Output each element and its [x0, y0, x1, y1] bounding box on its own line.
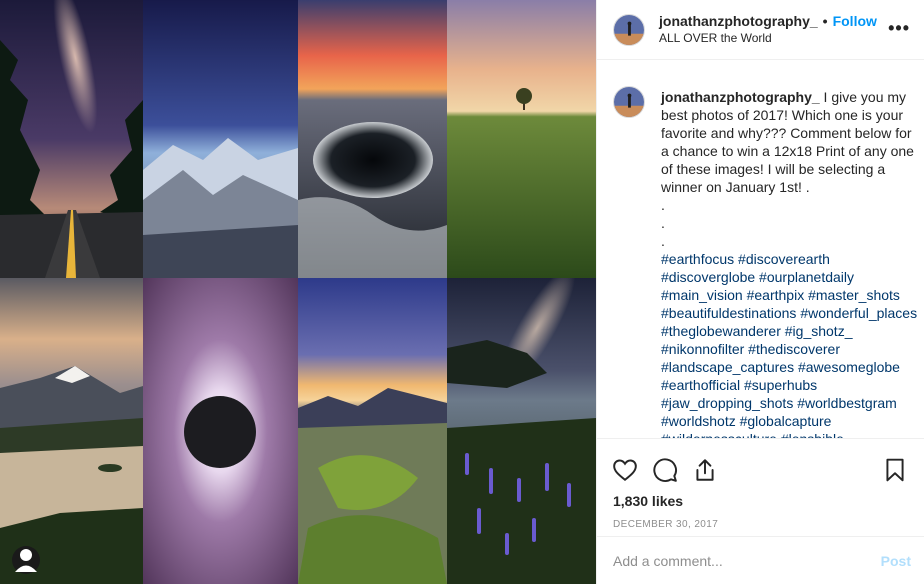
photo-solar-eclipse: [143, 278, 298, 584]
post-image-collage[interactable]: [0, 0, 596, 584]
post-actions: 1,830 likes DECEMBER 30, 2017 Post: [597, 438, 924, 584]
hashtag-line[interactable]: #jaw_dropping_shots #worldbestgram: [661, 394, 917, 412]
post-comment-button[interactable]: Post: [881, 553, 911, 569]
hashtag-line[interactable]: #discoverglobe #ourplanetdaily: [661, 268, 917, 286]
hashtag-line[interactable]: #earthofficial #superhubs: [661, 376, 917, 394]
photo-coast-lupines: [447, 278, 596, 584]
comment-bar: Post: [597, 536, 924, 584]
hashtag-line[interactable]: #theglobewanderer #ig_shotz_: [661, 322, 917, 340]
follow-button[interactable]: Follow: [833, 13, 877, 29]
bookmark-icon: [886, 458, 904, 482]
save-button[interactable]: [881, 456, 909, 484]
like-button[interactable]: [611, 456, 639, 484]
photo-sunrise-mountains: [298, 278, 447, 584]
share-icon: [696, 459, 714, 481]
hashtag-line[interactable]: #worldshotz #globalcapture: [661, 412, 917, 430]
share-button[interactable]: [691, 456, 719, 484]
user-tag-icon: [15, 549, 37, 572]
hashtag-line[interactable]: #main_vision #earthpix #master_shots: [661, 286, 917, 304]
tag-user-button[interactable]: [12, 546, 40, 574]
comment-button[interactable]: [651, 456, 679, 484]
hashtag-line[interactable]: #wildernessculture #lensbible: [661, 430, 917, 438]
avatar[interactable]: [613, 13, 645, 46]
hashtag-line[interactable]: #landscape_captures #awesomeglobe: [661, 358, 917, 376]
likes-count[interactable]: 1,830 likes: [597, 489, 924, 509]
hashtag-line[interactable]: #earthfocus #discoverearth: [661, 250, 917, 268]
caption-text: jonathanzphotography_ I give you my best…: [661, 88, 917, 438]
hashtag-list: #earthfocus #discoverearth #discoverglob…: [661, 250, 917, 438]
heart-icon: [613, 459, 637, 481]
more-options-icon[interactable]: •••: [888, 18, 910, 39]
username-link[interactable]: jonathanzphotography_: [659, 13, 818, 29]
caption-dot: .: [661, 197, 665, 213]
caption-avatar[interactable]: [613, 86, 645, 118]
post-header: jonathanzphotography_ • Follow ALL OVER …: [597, 0, 924, 60]
comment-input[interactable]: [613, 552, 881, 569]
hashtag-line[interactable]: #beautifuldestinations #wonderful_places: [661, 304, 917, 322]
photo-snowy-mountains: [143, 0, 298, 278]
post-date[interactable]: DECEMBER 30, 2017: [597, 509, 924, 530]
photo-milky-way-road: [0, 0, 143, 278]
hashtag-line[interactable]: #nikonnofilter #thediscoverer: [661, 340, 917, 358]
post-details-panel: jonathanzphotography_ • Follow ALL OVER …: [596, 0, 924, 584]
photo-mountain-lake: [0, 278, 143, 584]
photo-ocean-sinkhole: [298, 0, 447, 278]
caption-dot: .: [661, 215, 665, 231]
caption-dot: .: [661, 233, 665, 249]
comment-bubble-icon: [653, 458, 677, 482]
photo-lone-tree-field: [447, 0, 596, 278]
location-link[interactable]: ALL OVER the World: [659, 30, 877, 46]
action-icons-row: [597, 439, 924, 489]
caption-section: jonathanzphotography_ I give you my best…: [597, 60, 924, 438]
caption-username-link[interactable]: jonathanzphotography_: [661, 89, 820, 105]
separator-dot: •: [822, 13, 828, 29]
